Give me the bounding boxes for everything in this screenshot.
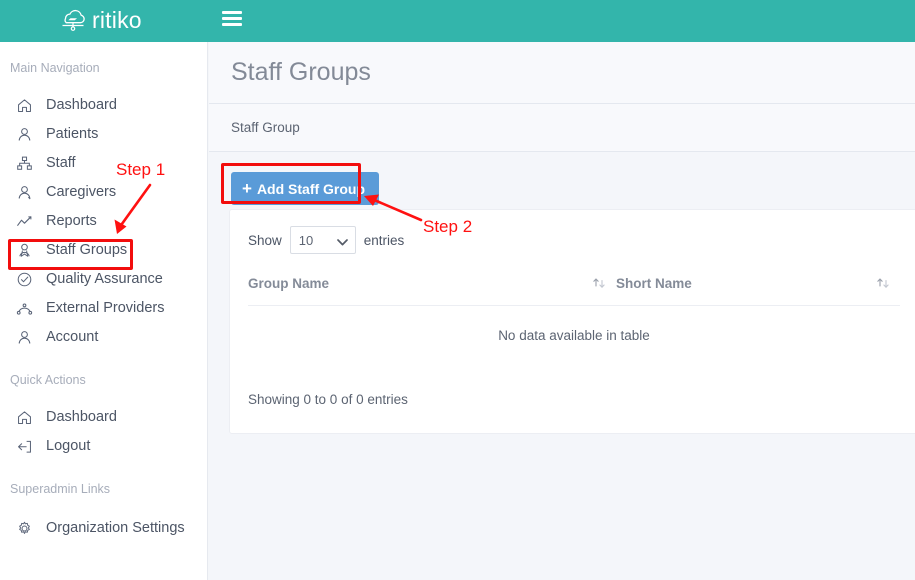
sidebar-item-label: External Providers <box>46 301 164 316</box>
page-title: Staff Groups <box>231 60 371 85</box>
sidebar-item-label: Staff Groups <box>46 243 127 258</box>
sidebar-item-external-providers[interactable]: External Providers <box>0 294 207 323</box>
table-body: No data available in table <box>248 306 900 344</box>
sidebar-item-organization-settings[interactable]: Organization Settings <box>0 514 207 543</box>
table-head: Group Name Short Name <box>248 276 900 306</box>
breadcrumb-bar: Staff Group <box>209 104 915 152</box>
sidebar-item-quick-dashboard[interactable]: Dashboard <box>0 403 207 432</box>
sidebar-item-label: Caregivers <box>46 185 116 200</box>
user-icon <box>14 327 35 347</box>
column-label: Group Name <box>248 276 329 291</box>
sidebar-item-quality-assurance[interactable]: Quality Assurance <box>0 265 207 294</box>
plus-icon: + <box>242 180 252 197</box>
sidebar-item-label: Reports <box>46 214 97 229</box>
table-empty-row: No data available in table <box>248 306 900 344</box>
sidebar-item-label: Staff <box>46 156 76 171</box>
sidebar-item-label: Quality Assurance <box>46 272 163 287</box>
sidebar-item-account[interactable]: Account <box>0 323 207 352</box>
table-empty-message: No data available in table <box>248 306 900 344</box>
chart-line-icon <box>14 211 35 231</box>
page-header: Staff Groups <box>209 42 915 104</box>
breadcrumb: Staff Group <box>231 120 300 135</box>
user-badge-icon <box>14 240 35 260</box>
content-area: + Add Staff Group <box>209 152 915 205</box>
sidebar-item-label: Dashboard <box>46 410 117 425</box>
sort-icon[interactable] <box>876 277 900 290</box>
sidebar-item-label: Dashboard <box>46 98 117 113</box>
sidebar-item-patients[interactable]: Patients <box>0 120 207 149</box>
brand-name: ritiko <box>92 9 142 34</box>
step-2-annotation-label: Step 2 <box>423 217 472 237</box>
top-bar: ritiko <box>0 0 915 42</box>
sidebar-section-main-navigation: Main Navigation <box>0 62 207 75</box>
column-header-short-name[interactable]: Short Name <box>616 276 900 306</box>
sidebar-section-quick-actions: Quick Actions <box>0 374 207 387</box>
add-staff-group-label: Add Staff Group <box>257 182 365 196</box>
table-info: Showing 0 to 0 of 0 entries <box>248 392 408 407</box>
step-1-annotation-label: Step 1 <box>116 160 165 180</box>
table-length-control: Show 10 entries <box>230 210 915 254</box>
hamburger-icon[interactable] <box>222 11 242 31</box>
sidebar-item-caregivers[interactable]: Caregivers <box>0 178 207 207</box>
column-header-group-name[interactable]: Group Name <box>248 276 616 306</box>
entries-per-page-select[interactable]: 10 <box>290 226 356 254</box>
table-header-row: Group Name Short Name <box>248 276 900 306</box>
home-icon <box>14 408 35 428</box>
sidebar-item-label: Account <box>46 330 98 345</box>
sidebar: Main Navigation Dashboard Patients <box>0 42 208 580</box>
sidebar-item-label: Logout <box>46 439 90 454</box>
sidebar-item-dashboard[interactable]: Dashboard <box>0 91 207 120</box>
sidebar-item-label: Organization Settings <box>46 521 185 536</box>
entries-label: entries <box>364 233 405 248</box>
sidebar-item-staff-groups[interactable]: Staff Groups <box>0 236 207 265</box>
sidebar-item-label: Patients <box>46 127 98 142</box>
logout-icon <box>14 437 35 457</box>
network-icon <box>14 298 35 318</box>
home-icon <box>14 95 35 115</box>
cloud-icon <box>58 6 88 37</box>
show-label: Show <box>248 233 282 248</box>
staff-groups-table-card: Show 10 entries Group Name <box>229 209 915 434</box>
user-nurse-icon <box>14 182 35 202</box>
brand-logo[interactable]: ritiko <box>58 0 142 42</box>
sidebar-section-superadmin-links: Superadmin Links <box>0 483 207 496</box>
check-circle-icon <box>14 269 35 289</box>
sitemap-icon <box>14 153 35 173</box>
gear-icon <box>14 518 35 538</box>
sidebar-item-reports[interactable]: Reports <box>0 207 207 236</box>
add-staff-group-button[interactable]: + Add Staff Group <box>231 172 379 205</box>
sidebar-item-logout[interactable]: Logout <box>0 432 207 461</box>
sort-icon[interactable] <box>592 277 616 290</box>
staff-groups-table: Group Name Short Name <box>248 276 900 343</box>
user-icon <box>14 124 35 144</box>
column-label: Short Name <box>616 276 692 291</box>
sidebar-item-staff[interactable]: Staff <box>0 149 207 178</box>
